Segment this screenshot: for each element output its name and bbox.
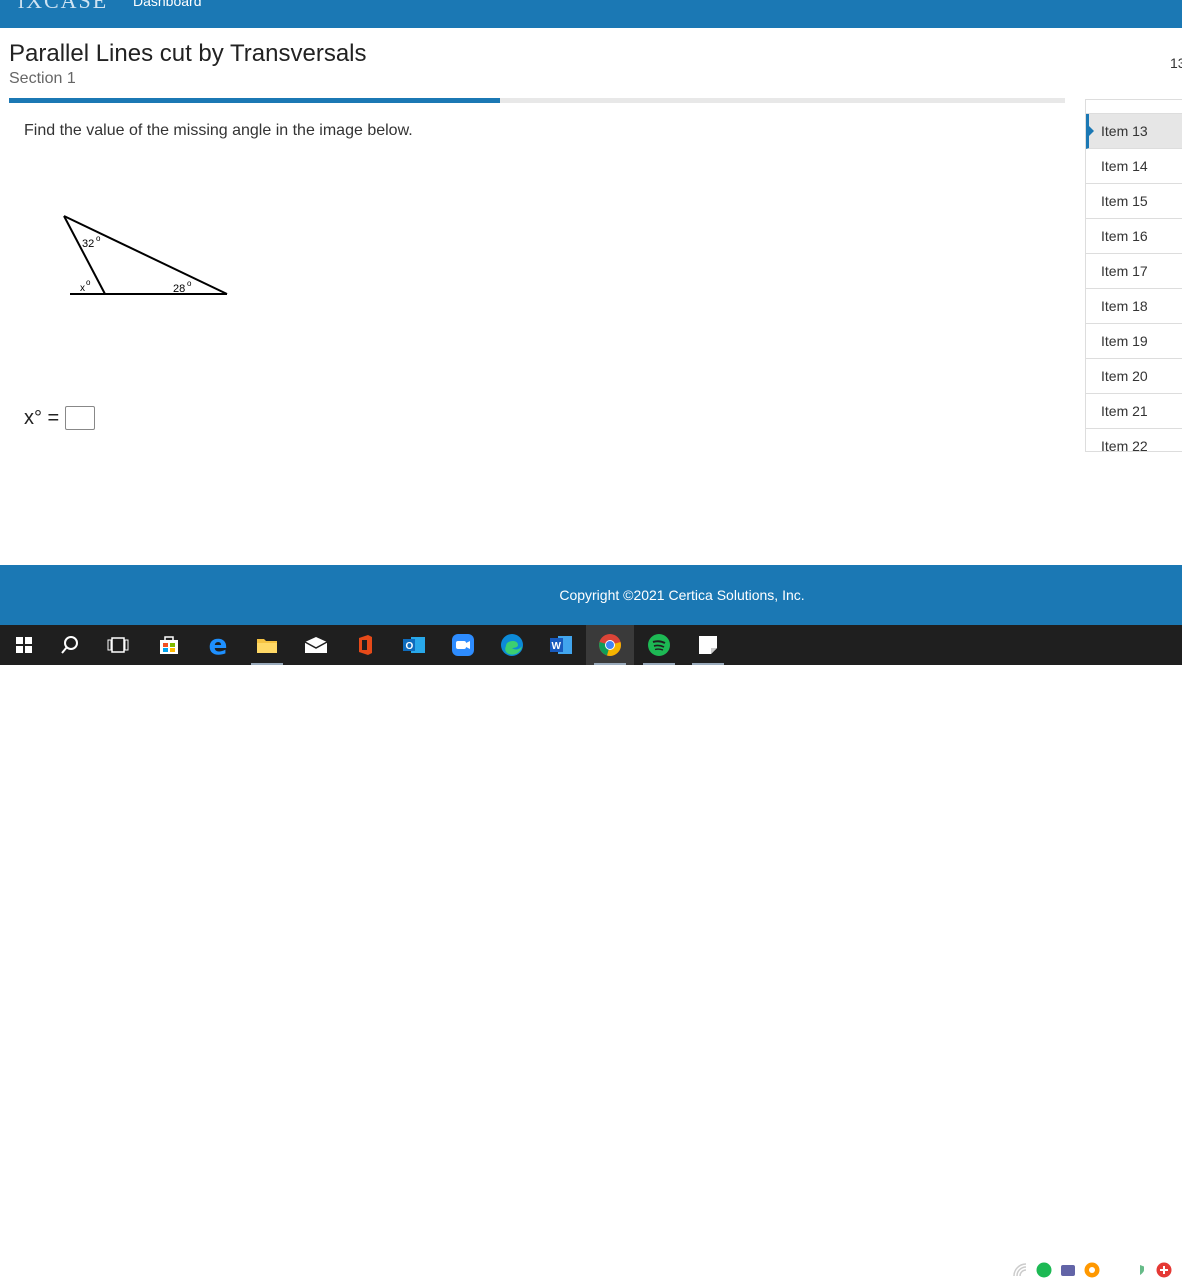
item-counter: 13 bbox=[1170, 55, 1182, 71]
nav-dashboard-link[interactable]: Dashboard bbox=[133, 0, 202, 9]
copyright-text: Copyright ©2021 Certica Solutions, Inc. bbox=[559, 587, 805, 603]
item-17[interactable]: Item 17 bbox=[1086, 254, 1182, 289]
file-explorer-icon[interactable] bbox=[243, 625, 291, 665]
antivirus-tray-icon[interactable] bbox=[1156, 1262, 1172, 1278]
item-20[interactable]: Item 20 bbox=[1086, 359, 1182, 394]
progress-bar-fill bbox=[9, 98, 501, 103]
zoom-icon[interactable] bbox=[439, 625, 487, 665]
browser-tray-icon[interactable] bbox=[1084, 1262, 1100, 1278]
spotify-tray-icon[interactable] bbox=[1036, 1262, 1052, 1278]
svg-text:O: O bbox=[406, 641, 414, 652]
item-15[interactable]: Item 15 bbox=[1086, 184, 1182, 219]
degree-mark-right: o bbox=[187, 279, 192, 288]
item-19[interactable]: Item 19 bbox=[1086, 324, 1182, 359]
office-icon[interactable] bbox=[341, 625, 389, 665]
wifi-icon[interactable] bbox=[1013, 1262, 1027, 1278]
item-21[interactable]: Item 21 bbox=[1086, 394, 1182, 429]
item-navigation-list[interactable]: Item 13 Item 14 Item 15 Item 16 Item 17 … bbox=[1085, 99, 1182, 452]
shield-icon[interactable] bbox=[1132, 1262, 1148, 1278]
page-footer: Copyright ©2021 Certica Solutions, Inc. bbox=[0, 565, 1182, 625]
answer-label: x° = bbox=[24, 406, 60, 429]
angle-label-x: x bbox=[80, 283, 85, 294]
item-22[interactable]: Item 22 bbox=[1086, 429, 1182, 451]
degree-mark-x: o bbox=[86, 278, 91, 287]
edge-legacy-icon[interactable]: e bbox=[194, 625, 242, 665]
svg-text:W: W bbox=[552, 641, 562, 652]
question-prompt: Find the value of the missing angle in t… bbox=[24, 122, 413, 139]
section-subtitle: Section 1 bbox=[9, 70, 76, 87]
angle-label-right: 28 bbox=[173, 283, 185, 295]
progress-bar bbox=[9, 98, 1065, 103]
windows-taskbar: e O W bbox=[0, 625, 1182, 1278]
spotify-icon[interactable] bbox=[635, 625, 683, 665]
network-tray-icon[interactable] bbox=[1108, 1262, 1124, 1278]
teams-tray-icon[interactable] bbox=[1060, 1262, 1076, 1278]
edge-icon[interactable] bbox=[488, 625, 536, 665]
app-logo[interactable]: iXCASE bbox=[18, 0, 108, 14]
item-16[interactable]: Item 16 bbox=[1086, 219, 1182, 254]
sticky-notes-icon[interactable] bbox=[684, 625, 732, 665]
item-18[interactable]: Item 18 bbox=[1086, 289, 1182, 324]
degree-mark-top: o bbox=[96, 234, 101, 243]
outlook-icon[interactable]: O bbox=[390, 625, 438, 665]
task-view-icon[interactable] bbox=[94, 625, 142, 665]
item-14[interactable]: Item 14 bbox=[1086, 149, 1182, 184]
answer-row: x° = bbox=[24, 406, 96, 430]
top-navigation-bar: iXCASE Dashboard bbox=[0, 0, 1182, 28]
chrome-icon[interactable] bbox=[586, 625, 634, 665]
word-icon[interactable]: W bbox=[537, 625, 585, 665]
triangle-diagram: 32 o 28 o x o bbox=[63, 215, 228, 295]
windows-start-icon[interactable] bbox=[0, 625, 48, 665]
search-icon[interactable] bbox=[46, 625, 94, 665]
store-icon[interactable] bbox=[145, 625, 193, 665]
page-title: Parallel Lines cut by Transversals bbox=[9, 40, 367, 67]
mail-icon[interactable] bbox=[292, 625, 340, 665]
angle-label-top: 32 bbox=[82, 238, 94, 250]
triangle-figure: 32 o 28 o x o bbox=[60, 205, 235, 310]
answer-input[interactable] bbox=[65, 406, 96, 430]
item-list-spacer bbox=[1086, 100, 1182, 114]
item-13[interactable]: Item 13 bbox=[1086, 114, 1182, 149]
